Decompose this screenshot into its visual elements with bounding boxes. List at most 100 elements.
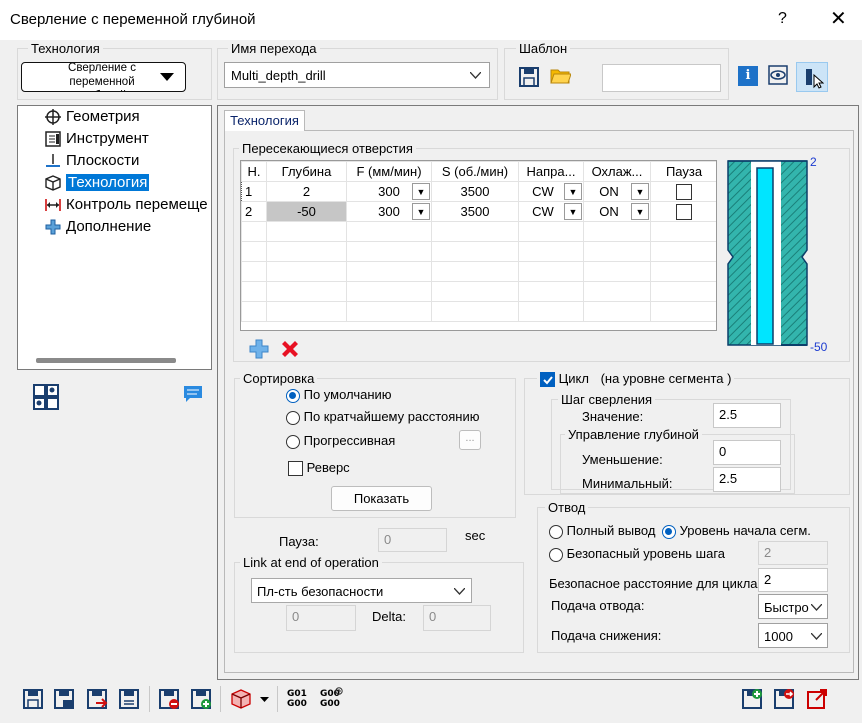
link-select[interactable]: Пл-сть безопасности [251,578,472,603]
dropdown-arrow-icon[interactable]: ▼ [412,183,430,200]
step-value-input[interactable]: 2.5 [713,403,781,428]
help-button[interactable]: ? [778,10,787,28]
dropdown-arrow-icon[interactable]: ▼ [631,183,649,200]
depth-cell[interactable]: -50 [266,201,347,222]
transition-name-value: Multi_depth_drill [231,68,326,83]
delete-row-icon[interactable] [279,338,301,360]
column-header[interactable]: Глубина [266,161,347,182]
info-icon[interactable]: i [738,66,758,86]
pointer-tool-button[interactable] [796,62,828,92]
minimum-input[interactable]: 2.5 [713,467,781,492]
dropdown-arrow-icon[interactable]: ▼ [412,203,430,220]
column-header[interactable]: Н. [241,161,267,182]
retract-safe-input[interactable]: 2 [758,541,828,565]
chevron-down-icon [454,588,465,595]
pause-checkbox[interactable] [676,203,692,220]
column-header[interactable]: Пауза [650,161,716,182]
retract-group-label: Отвод [545,500,589,515]
speed-cell[interactable]: 3500 [431,201,519,222]
coolant-cell[interactable]: ON ▼ [583,181,651,202]
tree-item-addition[interactable]: Дополнение [18,216,211,238]
save-icon[interactable] [22,688,44,710]
save-as-icon[interactable] [53,688,75,710]
save-remove-icon[interactable] [158,688,180,710]
table-row[interactable]: 1 2 300 ▼ 3500 CW ▼ ON ▼ [241,181,716,202]
reverse-checkbox[interactable] [288,461,303,477]
dropdown-arrow-icon[interactable]: ▼ [564,203,582,220]
preview-bottom-depth: -50 [810,340,828,354]
coolant-cell[interactable]: ON ▼ [583,201,651,222]
column-header[interactable]: S (об./мин) [431,161,519,182]
cycle-checkbox-label: Цикл [558,371,589,386]
sort-option-label: Прогрессивная [303,433,396,448]
direction-cell[interactable]: CW ▼ [518,201,584,222]
delta-input[interactable]: 0 [423,605,491,631]
radio-unselected[interactable] [286,410,300,425]
depth-cell[interactable]: 2 [266,181,347,202]
retract-safe-option[interactable]: Безопасный уровень шага [549,546,725,562]
radio-unselected[interactable] [549,524,563,539]
dropdown-arrow-icon[interactable]: ▼ [631,203,649,220]
tree-item-technology[interactable]: Технология [18,172,211,194]
g00-line2: G00 [320,699,340,709]
retract-segment-option[interactable]: Уровень начала сегм. [662,523,811,539]
tree-item-geometry[interactable]: Геометрия [18,106,211,128]
comment-icon[interactable] [183,385,203,403]
decrease-input[interactable]: 0 [713,440,781,465]
save-all-icon[interactable] [118,688,140,710]
template-name-field[interactable] [602,64,721,92]
save-export-icon[interactable] [86,688,108,710]
link-value-input[interactable]: 0 [286,605,356,631]
tree-item-tool[interactable]: Инструмент [18,128,211,150]
stock-material-icon[interactable] [230,688,252,710]
retract-feed-select[interactable]: Быстро [758,594,828,619]
table-row[interactable]: 2 -50 300 ▼ 3500 CW ▼ ON ▼ [241,201,716,222]
column-header[interactable]: Охлаж... [583,161,651,182]
toolbar-separator [277,686,278,712]
column-header[interactable]: Напра... [518,161,584,182]
speed-cell[interactable]: 3500 [431,181,519,202]
save-template-icon[interactable] [518,66,540,88]
tree-item-planes[interactable]: Плоскости [18,150,211,172]
feed-cell[interactable]: 300 ▼ [346,201,432,222]
dropdown-arrow-icon[interactable]: ▼ [564,183,582,200]
step-subgroup-label: Шаг сверления [558,392,656,407]
tree-horizontal-scrollbar[interactable] [36,358,176,363]
plunge-feed-select[interactable]: 1000 [758,623,828,648]
sort-option-shortest[interactable]: По кратчайшему расстоянию [286,409,479,425]
feed-cell[interactable]: 300 ▼ [346,181,432,202]
save-add-icon[interactable] [190,688,212,710]
cycle-checkbox[interactable] [540,372,555,388]
tree-item-move-control[interactable]: Контроль перемеще [18,194,211,216]
pause-input[interactable]: 0 [378,528,447,552]
dropdown-arrow-icon[interactable] [260,697,269,703]
open-folder-icon[interactable] [549,64,571,86]
sort-option-default[interactable]: По умолчанию [286,387,392,403]
save-export-right-icon[interactable] [773,688,795,710]
preview-eye-icon[interactable] [767,64,789,86]
g01-g00-button[interactable]: G01 G00 [287,689,307,709]
save-add-right-icon[interactable] [741,688,763,710]
radio-selected[interactable] [286,388,300,403]
close-button[interactable]: ✕ [830,6,847,31]
safe-distance-input[interactable]: 2 [758,568,828,592]
technology-type-button[interactable]: Сверление с переменной глубиной [21,62,186,92]
export-document-icon[interactable] [806,688,828,710]
column-header[interactable]: F (мм/мин) [346,161,432,182]
direction-cell[interactable]: CW ▼ [518,181,584,202]
add-row-icon[interactable] [248,338,270,360]
pause-cell[interactable] [650,181,716,202]
tab-technology[interactable]: Технология [224,110,305,131]
pause-checkbox[interactable] [676,183,692,200]
retract-full-option[interactable]: Полный вывод [549,523,655,539]
radio-unselected[interactable] [286,434,300,449]
pause-cell[interactable] [650,201,716,222]
show-button[interactable]: Показать [331,486,432,511]
progressive-settings-button[interactable]: ... [459,430,481,450]
radio-unselected[interactable] [549,547,563,562]
sort-option-progressive[interactable]: Прогрессивная [286,433,395,449]
reverse-option[interactable]: Реверс [288,460,350,477]
radio-selected[interactable] [662,524,676,539]
transition-name-select[interactable]: Multi_depth_drill [224,62,490,88]
layout-grid-icon[interactable] [33,384,59,410]
